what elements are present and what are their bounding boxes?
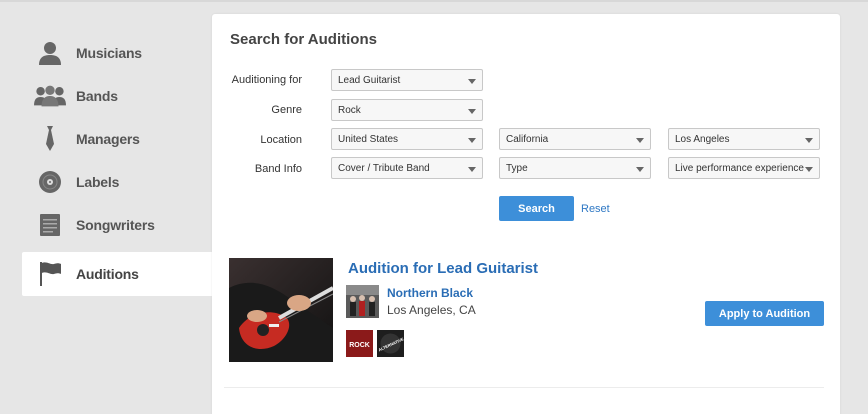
person-icon — [34, 39, 66, 67]
flag-icon — [34, 260, 66, 288]
band-avatar[interactable] — [346, 285, 379, 318]
experience-value: Live performance experience — [675, 162, 804, 174]
state-select[interactable]: California — [499, 128, 651, 150]
chevron-down-icon — [805, 167, 813, 172]
notepad-icon — [34, 211, 66, 239]
chevron-down-icon — [468, 167, 476, 172]
sidebar-nav: Musicians Bands Managers Labels Songwrit… — [0, 0, 212, 414]
sidebar-item-label: Auditions — [76, 266, 139, 282]
auditioning-for-select[interactable]: Lead Guitarist — [331, 69, 483, 91]
city-select[interactable]: Los Angeles — [668, 128, 820, 150]
chevron-down-icon — [468, 109, 476, 114]
chevron-down-icon — [636, 138, 644, 143]
svg-text:ROCK: ROCK — [349, 342, 370, 349]
band-type-select[interactable]: Cover / Tribute Band — [331, 157, 483, 179]
auditioning-for-label: Auditioning for — [231, 74, 302, 86]
band-type-value: Cover / Tribute Band — [338, 162, 430, 174]
state-value: California — [506, 133, 549, 145]
sidebar-item-label: Labels — [76, 174, 120, 190]
audition-title-link[interactable]: Audition for Lead Guitarist — [348, 260, 538, 277]
chevron-down-icon — [468, 138, 476, 143]
sidebar-item-label: Bands — [76, 88, 118, 104]
type-value: Type — [506, 162, 528, 174]
experience-select[interactable]: Live performance experience — [668, 157, 820, 179]
genre-select[interactable]: Rock — [331, 99, 483, 121]
chevron-down-icon — [468, 79, 476, 84]
chevron-down-icon — [805, 138, 813, 143]
page-title: Search for Auditions — [230, 31, 377, 48]
search-button[interactable]: Search — [499, 196, 574, 221]
band-info-label: Band Info — [254, 163, 302, 175]
genre-label: Genre — [271, 104, 302, 116]
sidebar-item-label: Songwriters — [76, 217, 155, 233]
sidebar-item-auditions[interactable]: Auditions — [22, 252, 212, 296]
tag-rock-badge[interactable]: ROCK — [346, 330, 373, 357]
sidebar-item-label: Musicians — [76, 45, 142, 61]
sidebar-item-bands[interactable]: Bands — [22, 75, 212, 117]
country-value: United States — [338, 133, 399, 145]
group-icon — [34, 82, 66, 110]
tag-alternative-badge[interactable]: ALTERNATIVE — [377, 330, 404, 357]
audition-photo[interactable] — [229, 258, 333, 362]
type-select[interactable]: Type — [499, 157, 651, 179]
tie-icon — [34, 125, 66, 153]
sidebar-item-labels[interactable]: Labels — [22, 161, 212, 203]
chevron-down-icon — [636, 167, 644, 172]
sidebar-item-label: Managers — [76, 131, 140, 147]
location-label: Location — [260, 134, 302, 146]
apply-to-audition-button[interactable]: Apply to Audition — [705, 301, 824, 326]
auditioning-for-value: Lead Guitarist — [338, 74, 401, 86]
reset-link[interactable]: Reset — [581, 203, 610, 215]
sidebar-item-songwriters[interactable]: Songwriters — [22, 204, 212, 246]
city-value: Los Angeles — [675, 133, 730, 145]
sidebar-item-musicians[interactable]: Musicians — [22, 32, 212, 74]
country-select[interactable]: United States — [331, 128, 483, 150]
band-name-link[interactable]: Northern Black — [387, 286, 473, 300]
search-panel: Search for Auditions Auditioning for Lea… — [212, 14, 840, 414]
result-divider — [224, 387, 824, 388]
sidebar-item-managers[interactable]: Managers — [22, 118, 212, 160]
genre-value: Rock — [338, 104, 361, 116]
vinyl-record-icon — [34, 168, 66, 196]
band-location: Los Angeles, CA — [387, 303, 476, 317]
